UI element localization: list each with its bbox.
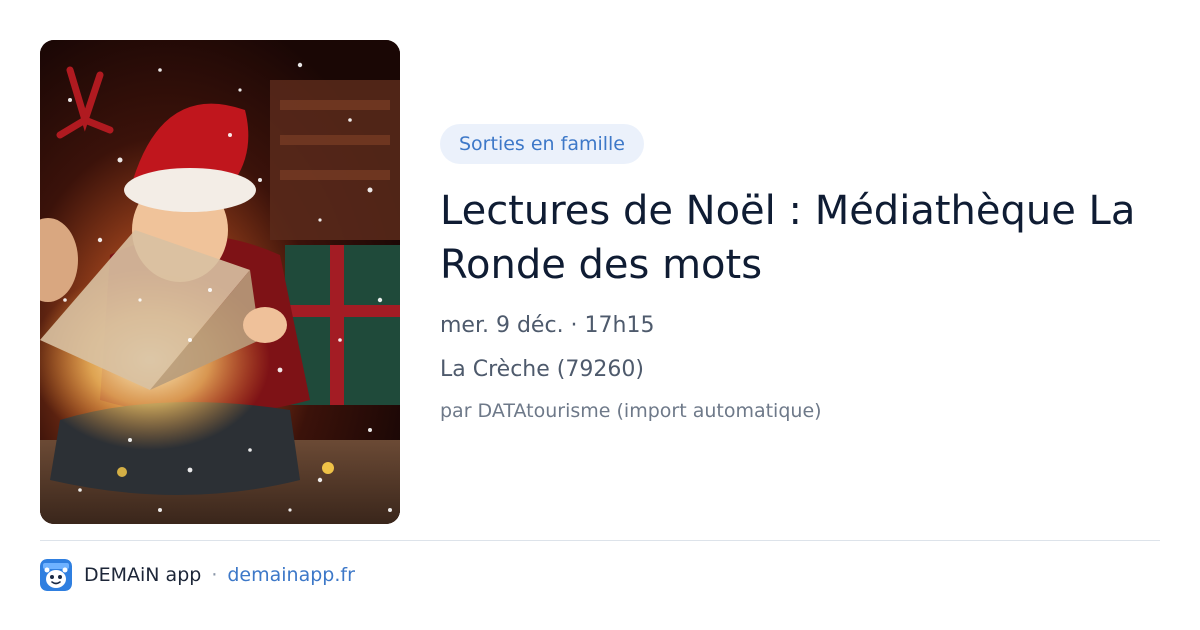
event-share-card: Sorties en famille Lectures de Noël : Mé… (0, 0, 1200, 630)
footer-divider (40, 540, 1160, 541)
event-source: par DATAtourisme (import automatique) (440, 400, 822, 422)
footer: DEMAiN app · demainapp.fr (40, 558, 355, 592)
event-info: Sorties en famille Lectures de Noël : Mé… (440, 124, 1160, 424)
event-location: La Crèche (79260) (440, 357, 644, 382)
footer-separator: · (211, 564, 218, 586)
event-datetime: mer. 9 déc. · 17h15 (440, 313, 655, 338)
category-badge[interactable]: Sorties en famille (440, 124, 644, 164)
app-name: DEMAiN app (84, 564, 202, 586)
event-image[interactable] (40, 40, 400, 524)
event-photo-illustration (40, 40, 400, 524)
demain-app-logo-icon[interactable] (40, 559, 72, 591)
app-website-link[interactable]: demainapp.fr (227, 564, 355, 586)
event-title[interactable]: Lectures de Noël : Médiathèque La Ronde … (440, 184, 1150, 292)
